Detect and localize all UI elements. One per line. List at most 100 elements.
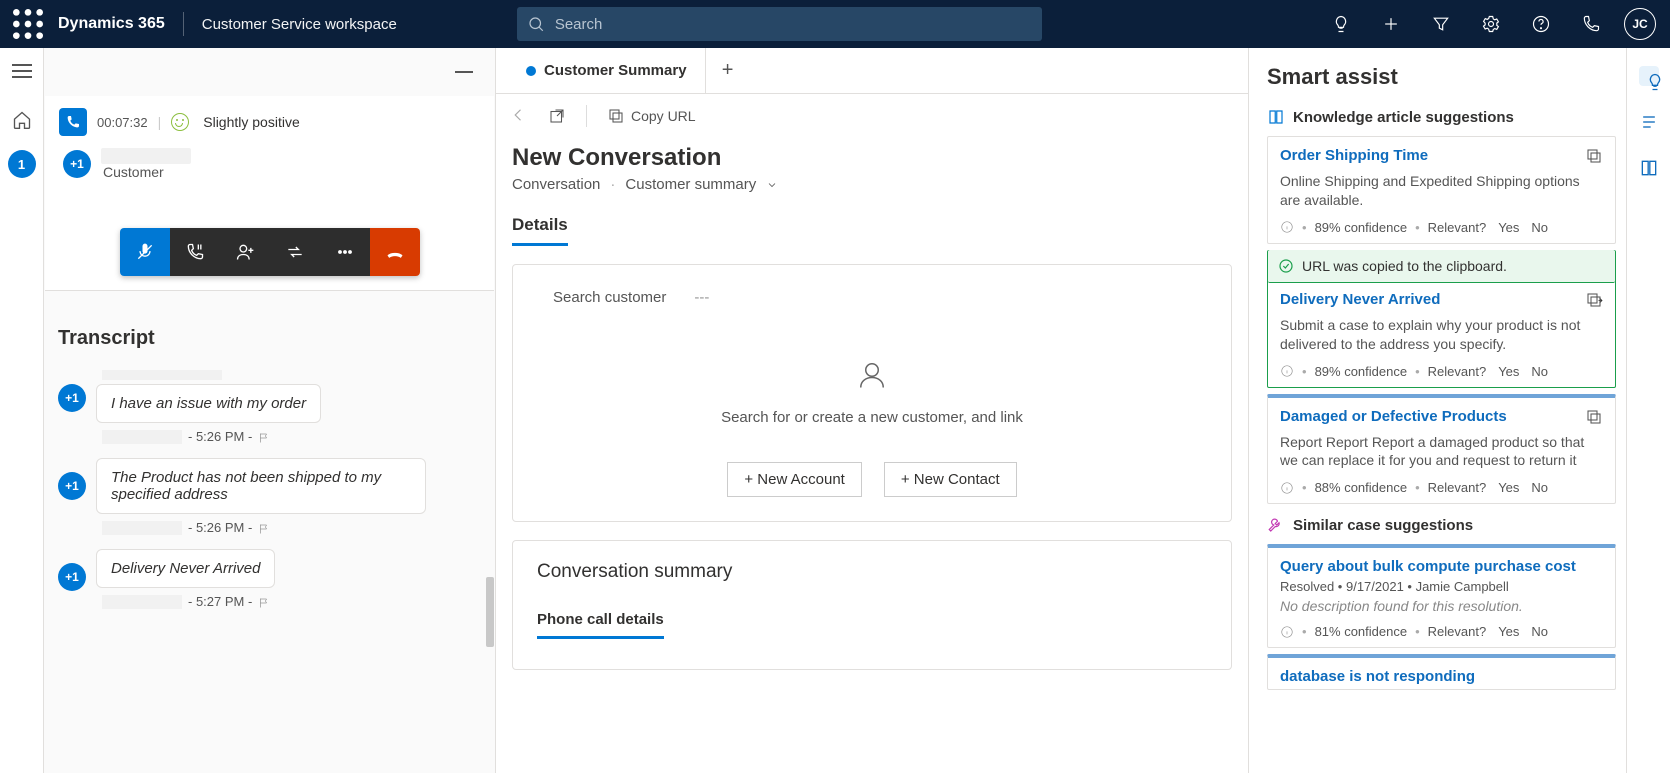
session-badge[interactable]: 1: [8, 150, 36, 178]
message-badge: +1: [58, 384, 86, 412]
kb-yes[interactable]: Yes: [1498, 220, 1519, 235]
customer-badge: +1: [63, 150, 91, 178]
message-badge: +1: [58, 563, 86, 591]
scrollbar-thumb[interactable]: [486, 577, 494, 647]
kb-yes[interactable]: Yes: [1498, 364, 1519, 379]
case-no[interactable]: No: [1531, 624, 1548, 639]
user-avatar[interactable]: JC: [1624, 8, 1656, 40]
kb-title[interactable]: Delivery Never Arrived: [1280, 291, 1440, 308]
call-controls: [120, 228, 420, 276]
case-meta: Resolved • 9/17/2021 • Jamie Campbell: [1280, 579, 1603, 594]
popout-button[interactable]: [540, 103, 574, 129]
meta-placeholder: [102, 521, 182, 535]
more-button[interactable]: [320, 228, 370, 276]
empty-state-text: Search for or create a new customer, and…: [721, 409, 1023, 426]
filter-icon[interactable]: [1418, 1, 1464, 47]
flag-icon[interactable]: [258, 522, 270, 534]
sentiment-label: Slightly positive: [203, 114, 300, 130]
conversation-panel: 00:07:32 | Slightly positive +1 Customer: [44, 48, 496, 773]
kb-desc: Report Report Report a damaged product s…: [1280, 433, 1603, 471]
customer-label: Customer: [103, 164, 191, 180]
command-bar: Copy URL: [496, 94, 1248, 138]
global-search-input[interactable]: [555, 16, 1032, 33]
transfer-button[interactable]: [270, 228, 320, 276]
info-icon: [1280, 220, 1294, 234]
case-confidence: 81% confidence: [1315, 624, 1408, 639]
flag-icon[interactable]: [258, 596, 270, 608]
tab-phone-details[interactable]: Phone call details: [537, 611, 664, 639]
lightbulb-icon[interactable]: [1318, 1, 1364, 47]
end-call-button[interactable]: [370, 228, 420, 276]
case-title[interactable]: Query about bulk compute purchase cost: [1280, 558, 1576, 575]
copied-banner: URL was copied to the clipboard.: [1268, 250, 1615, 283]
customer-name-placeholder: [101, 148, 191, 164]
search-customer-value[interactable]: ---: [694, 289, 709, 306]
consult-button[interactable]: [220, 228, 270, 276]
global-search[interactable]: [517, 7, 1042, 41]
kb-title[interactable]: Damaged or Defective Products: [1280, 408, 1507, 425]
call-header: 00:07:32 | Slightly positive +1 Customer: [45, 96, 494, 291]
check-circle-icon: [1278, 258, 1294, 274]
message-row: +1 Delivery Never Arrived - 5:27 PM -: [58, 549, 481, 609]
kb-relevant-label: Relevant?: [1428, 364, 1487, 379]
copy-url-button[interactable]: Copy URL: [599, 103, 704, 129]
tab-customer-summary[interactable]: Customer Summary: [508, 48, 706, 93]
kb-desc: Online Shipping and Expedited Shipping o…: [1280, 172, 1603, 210]
meta-placeholder: [102, 595, 182, 609]
new-contact-button[interactable]: + New Contact: [884, 462, 1017, 497]
global-nav-bar: Dynamics 365 Customer Service workspace …: [0, 0, 1670, 48]
case-no-description: No description found for this resolution…: [1280, 598, 1603, 614]
breadcrumb-sep: ·: [610, 176, 615, 193]
hamburger-icon[interactable]: [12, 64, 32, 80]
wrench-icon: [1267, 516, 1285, 534]
flag-icon[interactable]: [258, 431, 270, 443]
copy-link-icon[interactable]: [1585, 291, 1603, 312]
chevron-down-icon[interactable]: [766, 179, 778, 191]
copy-link-icon[interactable]: [1585, 147, 1603, 168]
case-title[interactable]: database is not responding: [1280, 668, 1475, 685]
back-button[interactable]: [510, 106, 528, 127]
new-account-button[interactable]: + New Account: [727, 462, 861, 497]
kb-section-label: Knowledge article suggestions: [1293, 109, 1514, 126]
kb-no[interactable]: No: [1531, 364, 1548, 379]
message-text: I have an issue with my order: [96, 384, 321, 423]
agent-scripts-rail-icon[interactable]: [1639, 112, 1659, 132]
minimize-icon[interactable]: [455, 71, 473, 73]
sentiment-icon: [171, 113, 189, 131]
sender-placeholder: [102, 370, 222, 380]
kb-no[interactable]: No: [1531, 220, 1548, 235]
knowledge-rail-icon[interactable]: [1639, 158, 1659, 178]
workspace-name: Customer Service workspace: [202, 16, 397, 33]
kb-no[interactable]: No: [1531, 480, 1548, 495]
copy-link-icon[interactable]: [1585, 408, 1603, 429]
tab-details[interactable]: Details: [512, 215, 568, 246]
page-title: New Conversation: [512, 144, 1232, 172]
home-icon[interactable]: [12, 110, 32, 130]
case-yes[interactable]: Yes: [1498, 624, 1519, 639]
breadcrumb-b[interactable]: Customer summary: [625, 176, 756, 193]
info-icon: [1280, 364, 1294, 378]
left-rail: 1: [0, 48, 44, 773]
breadcrumb: Conversation · Customer summary: [512, 176, 1232, 193]
gear-icon[interactable]: [1468, 1, 1514, 47]
kb-confidence: 89% confidence: [1315, 220, 1408, 235]
phone-icon[interactable]: [1568, 1, 1614, 47]
transcript-area: Transcript +1 I have an issue with my or…: [44, 327, 495, 773]
call-timer: 00:07:32: [97, 115, 148, 130]
kb-yes[interactable]: Yes: [1498, 480, 1519, 495]
app-launcher-icon[interactable]: [8, 4, 48, 44]
hold-button[interactable]: [170, 228, 220, 276]
info-icon: [1280, 481, 1294, 495]
kb-title[interactable]: Order Shipping Time: [1280, 147, 1428, 164]
customer-search-card: Search customer --- Search for or create…: [512, 264, 1232, 522]
smart-assist-rail-icon[interactable]: [1639, 66, 1659, 86]
breadcrumb-a[interactable]: Conversation: [512, 176, 600, 193]
separator: |: [158, 114, 162, 130]
plus-icon[interactable]: [1368, 1, 1414, 47]
tab-active-indicator-icon: [526, 66, 536, 76]
new-tab-button[interactable]: +: [706, 48, 750, 93]
tabstrip: Customer Summary +: [496, 48, 1248, 94]
conv-summary-title: Conversation summary: [537, 561, 1207, 583]
mute-button[interactable]: [120, 228, 170, 276]
help-icon[interactable]: [1518, 1, 1564, 47]
